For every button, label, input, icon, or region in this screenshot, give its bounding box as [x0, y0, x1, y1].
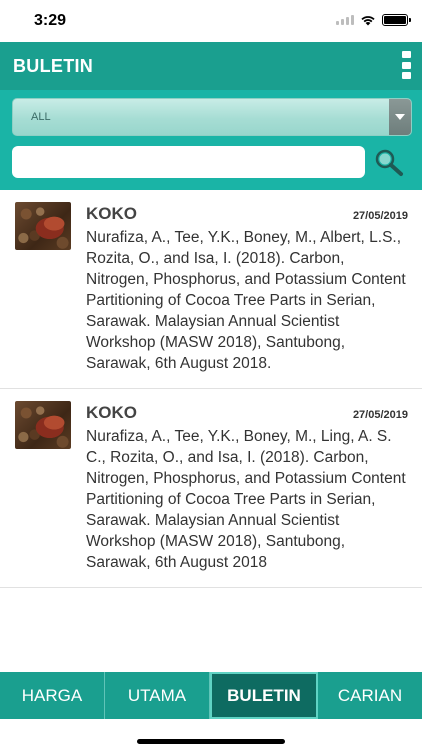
list-item[interactable]: KOKO 27/05/2019 Nurafiza, A., Tee, Y.K.,… [0, 190, 422, 389]
cellular-signal-icon [336, 15, 354, 25]
home-indicator-area [0, 719, 422, 750]
item-title: KOKO [86, 403, 137, 422]
category-dropdown-value: ALL [31, 111, 51, 123]
tab-harga[interactable]: HARGA [0, 672, 105, 719]
item-title: KOKO [86, 204, 137, 223]
bottom-tab-bar: HARGA UTAMA BULETIN CARIAN [0, 672, 422, 719]
app-screen: 3:29 BULETIN ALL KOKO 27/05/2019 Nurafiz… [0, 0, 422, 750]
status-bar: 3:29 [0, 0, 422, 42]
filter-area: ALL [0, 90, 422, 190]
status-time: 3:29 [34, 12, 67, 29]
page-title: BULETIN [13, 55, 94, 76]
search-icon[interactable] [372, 146, 406, 178]
item-description: Nurafiza, A., Tee, Y.K., Boney, M., Ling… [86, 428, 406, 571]
home-indicator[interactable] [137, 739, 285, 744]
cocoa-thumbnail [15, 401, 71, 449]
tab-carian[interactable]: CARIAN [318, 672, 422, 719]
tab-buletin[interactable]: BULETIN [210, 672, 318, 719]
cocoa-thumbnail [15, 202, 71, 250]
kebab-menu-icon[interactable] [402, 51, 412, 79]
category-dropdown[interactable]: ALL [12, 98, 412, 136]
item-date: 27/05/2019 [352, 210, 408, 222]
status-icons [336, 14, 411, 26]
search-input[interactable] [12, 146, 365, 178]
battery-icon [382, 14, 411, 26]
bulletin-list: KOKO 27/05/2019 Nurafiza, A., Tee, Y.K.,… [0, 190, 422, 670]
chevron-down-icon[interactable] [389, 99, 411, 135]
tab-utama[interactable]: UTAMA [105, 672, 210, 719]
item-date: 27/05/2019 [352, 409, 408, 421]
app-header: BULETIN [0, 42, 422, 90]
wifi-icon [361, 16, 375, 26]
list-item[interactable]: KOKO 27/05/2019 Nurafiza, A., Tee, Y.K.,… [0, 389, 422, 588]
item-description: Nurafiza, A., Tee, Y.K., Boney, M., Albe… [86, 229, 406, 372]
